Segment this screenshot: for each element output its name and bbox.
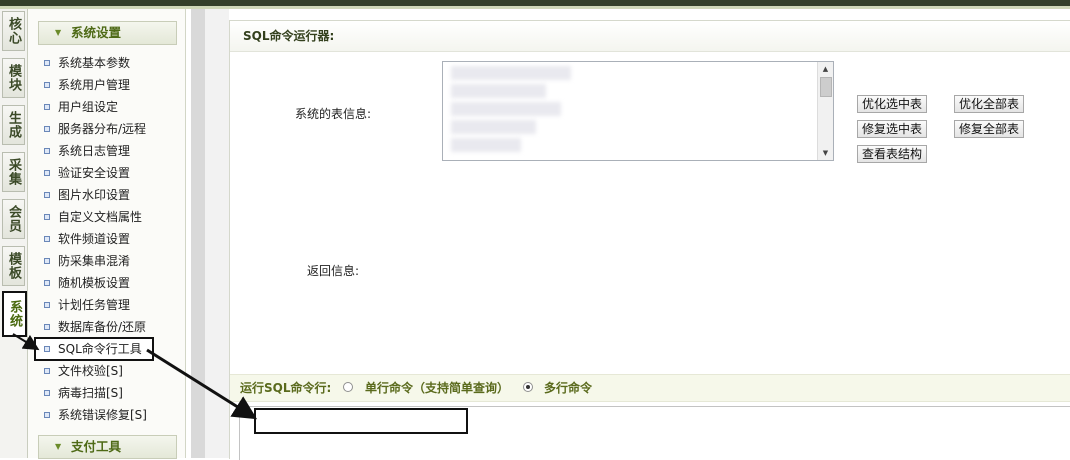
sidebar-item-custom-attr[interactable]: 自定义文档属性 bbox=[44, 207, 142, 227]
square-bullet-icon bbox=[44, 147, 50, 154]
table-entry[interactable] bbox=[451, 102, 561, 116]
content-margin bbox=[205, 9, 229, 458]
table-entry[interactable] bbox=[451, 138, 521, 152]
group-label: 支付工具 bbox=[71, 439, 122, 454]
square-bullet-icon bbox=[44, 323, 50, 330]
sidebar-menu: ▼ 系统设置 系统基本参数 系统用户管理 用户组设定 服务器分布/远程 系统日志… bbox=[28, 9, 186, 459]
return-info-label: 返回信息: bbox=[307, 264, 360, 278]
arrow-down-icon[interactable]: ▼ bbox=[818, 146, 833, 160]
square-bullet-icon bbox=[44, 257, 50, 264]
sidebar-item-file-check[interactable]: 文件校验[S] bbox=[44, 361, 123, 381]
group-payment-tools[interactable]: ▼ 支付工具 bbox=[38, 435, 177, 459]
square-bullet-icon bbox=[44, 279, 50, 286]
sidebar-item-basic-params[interactable]: 系统基本参数 bbox=[44, 53, 130, 73]
square-bullet-icon bbox=[44, 81, 50, 88]
repair-all-button[interactable]: 修复全部表 bbox=[954, 120, 1025, 138]
sidebar-item-server-remote[interactable]: 服务器分布/远程 bbox=[44, 119, 146, 139]
panel-title: SQL命令运行器: bbox=[230, 21, 1070, 52]
module-tabs: 核心 模块 生成 采集 会员 模板 系统 bbox=[0, 9, 28, 458]
optimize-selected-button[interactable]: 优化选中表 bbox=[857, 95, 928, 113]
single-line-radio[interactable] bbox=[343, 382, 353, 392]
splitter-bar[interactable] bbox=[191, 9, 205, 458]
run-sql-bar: 运行SQL命令行: 单行命令（支持简单查询） 多行命令 bbox=[230, 374, 1070, 402]
square-bullet-icon bbox=[44, 191, 50, 198]
sidebar-item-random-template[interactable]: 随机模板设置 bbox=[44, 273, 130, 293]
tab-system[interactable]: 系统 bbox=[2, 291, 27, 337]
square-bullet-icon bbox=[44, 367, 50, 374]
triangle-down-icon: ▼ bbox=[55, 28, 62, 37]
triangle-down-icon: ▼ bbox=[55, 442, 62, 451]
sidebar-item-user-groups[interactable]: 用户组设定 bbox=[44, 97, 118, 117]
single-line-label[interactable]: 单行命令（支持简单查询） bbox=[365, 375, 509, 401]
table-entry[interactable] bbox=[451, 66, 571, 80]
square-bullet-icon bbox=[44, 389, 50, 396]
group-system-settings[interactable]: ▼ 系统设置 bbox=[38, 21, 177, 45]
table-info-label: 系统的表信息: bbox=[295, 107, 372, 121]
square-bullet-icon bbox=[44, 411, 50, 418]
square-bullet-icon bbox=[44, 301, 50, 308]
multi-line-radio[interactable] bbox=[523, 382, 533, 392]
sidebar-item-system-log[interactable]: 系统日志管理 bbox=[44, 141, 130, 161]
square-bullet-icon bbox=[44, 213, 50, 220]
annotation-highlight-box bbox=[254, 408, 468, 434]
tab-collect[interactable]: 采集 bbox=[2, 152, 25, 192]
square-bullet-icon bbox=[44, 345, 50, 352]
sql-runner-panel: SQL命令运行器: 系统的表信息: ▲ ▼ 优化选中表 优化全部表 修复选中表 … bbox=[229, 20, 1070, 460]
table-list-select[interactable]: ▲ ▼ bbox=[442, 61, 834, 161]
square-bullet-icon bbox=[44, 235, 50, 242]
sidebar-item-db-backup[interactable]: 数据库备份/还原 bbox=[44, 317, 146, 337]
repair-selected-button[interactable]: 修复选中表 bbox=[857, 120, 928, 138]
sidebar-item-anti-collect[interactable]: 防采集串混淆 bbox=[44, 251, 130, 271]
tab-core[interactable]: 核心 bbox=[2, 11, 25, 51]
sidebar-item-error-repair[interactable]: 系统错误修复[S] bbox=[44, 405, 147, 425]
square-bullet-icon bbox=[44, 169, 50, 176]
sidebar-item-watermark[interactable]: 图片水印设置 bbox=[44, 185, 130, 205]
square-bullet-icon bbox=[44, 103, 50, 110]
sidebar-item-user-manage[interactable]: 系统用户管理 bbox=[44, 75, 130, 95]
tab-generate[interactable]: 生成 bbox=[2, 105, 25, 145]
sidebar-item-scheduled-tasks[interactable]: 计划任务管理 bbox=[44, 295, 130, 315]
square-bullet-icon bbox=[44, 59, 50, 66]
square-bullet-icon bbox=[44, 125, 50, 132]
sidebar-item-sql-tool[interactable]: SQL命令行工具 bbox=[34, 337, 154, 361]
arrow-up-icon[interactable]: ▲ bbox=[818, 62, 833, 76]
scroll-thumb[interactable] bbox=[820, 77, 832, 97]
table-list-scrollbar[interactable]: ▲ ▼ bbox=[817, 62, 833, 160]
optimize-all-button[interactable]: 优化全部表 bbox=[954, 95, 1025, 113]
sidebar-item-security[interactable]: 验证安全设置 bbox=[44, 163, 130, 183]
sidebar-item-virus-scan[interactable]: 病毒扫描[S] bbox=[44, 383, 123, 403]
run-sql-label: 运行SQL命令行: bbox=[240, 381, 332, 395]
tab-templates[interactable]: 模板 bbox=[2, 246, 25, 286]
tab-members[interactable]: 会员 bbox=[2, 199, 25, 239]
sidebar-item-software-channel[interactable]: 软件频道设置 bbox=[44, 229, 130, 249]
tab-modules[interactable]: 模块 bbox=[2, 58, 25, 98]
view-structure-button[interactable]: 查看表结构 bbox=[857, 145, 928, 163]
group-label: 系统设置 bbox=[71, 25, 122, 40]
table-entry[interactable] bbox=[451, 84, 546, 98]
multi-line-label[interactable]: 多行命令 bbox=[544, 375, 592, 401]
table-entry[interactable] bbox=[451, 120, 536, 134]
